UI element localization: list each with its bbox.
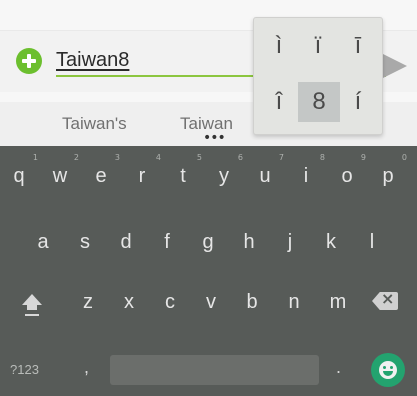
key-h[interactable]: h <box>234 230 264 254</box>
key-label: h <box>243 231 255 253</box>
key-b[interactable]: b <box>237 290 267 314</box>
key-hint: 1 <box>32 153 38 162</box>
key-hint: 7 <box>278 153 284 162</box>
key-g[interactable]: g <box>193 230 223 254</box>
suggestion-item[interactable]: Taiwan's <box>62 114 127 134</box>
symbols-key[interactable]: ?123 <box>10 362 39 377</box>
accent-key-selected[interactable]: 8 <box>298 82 340 122</box>
key-label: r <box>138 165 146 187</box>
space-bar[interactable] <box>110 355 319 385</box>
key-label: x <box>124 291 134 313</box>
send-icon[interactable] <box>381 53 407 79</box>
key-hint: 4 <box>155 153 161 162</box>
key-n[interactable]: n <box>279 290 309 314</box>
emoji-button[interactable] <box>371 353 405 387</box>
key-label: y <box>219 165 229 187</box>
key-label: k <box>326 231 336 253</box>
key-label: t <box>180 165 186 187</box>
key-label: g <box>202 231 214 253</box>
key-r[interactable]: 4r <box>127 153 161 188</box>
key-w[interactable]: 2w <box>45 153 79 188</box>
key-j[interactable]: j <box>275 230 305 254</box>
message-input-value[interactable]: Taiwan8 <box>56 49 129 72</box>
key-y[interactable]: 6y <box>209 153 243 188</box>
key-d[interactable]: d <box>111 230 141 254</box>
key-hint: 3 <box>114 153 120 162</box>
key-label: e <box>95 165 107 187</box>
key-l[interactable]: l <box>357 230 387 254</box>
shift-icon-stem <box>27 304 37 310</box>
accent-key[interactable]: í <box>337 82 379 122</box>
key-label: l <box>369 231 375 253</box>
add-icon[interactable] <box>16 48 42 74</box>
key-o[interactable]: 9o <box>332 153 366 188</box>
key-label: s <box>80 231 90 253</box>
key-x[interactable]: x <box>114 290 144 314</box>
accent-key[interactable]: ī <box>337 26 379 66</box>
key-hint: 2 <box>73 153 79 162</box>
accent-key[interactable]: î <box>258 82 300 122</box>
key-label: f <box>164 231 170 253</box>
key-label: j <box>287 231 293 253</box>
key-label: w <box>52 165 68 187</box>
key-hint: 9 <box>360 153 366 162</box>
key-c[interactable]: c <box>155 290 185 314</box>
key-label: m <box>329 291 347 313</box>
comma-key[interactable]: , <box>84 357 89 378</box>
key-hint: 8 <box>319 153 325 162</box>
key-label: v <box>206 291 216 313</box>
key-hint: 0 <box>401 153 407 162</box>
key-label: b <box>246 291 258 313</box>
shift-icon-underline <box>25 314 39 316</box>
key-a[interactable]: a <box>28 230 58 254</box>
key-hint: 6 <box>237 153 243 162</box>
key-u[interactable]: 7u <box>250 153 284 188</box>
emoji-icon <box>379 361 397 379</box>
key-q[interactable]: 1q <box>4 153 38 188</box>
key-label: o <box>341 165 353 187</box>
key-k[interactable]: k <box>316 230 346 254</box>
key-label: c <box>165 291 175 313</box>
key-hint: 5 <box>196 153 202 162</box>
accent-key[interactable]: ì <box>258 26 300 66</box>
more-suggestions-icon[interactable]: ••• <box>203 131 226 145</box>
key-e[interactable]: 3e <box>86 153 120 188</box>
key-t[interactable]: 5t <box>168 153 202 188</box>
key-v[interactable]: v <box>196 290 226 314</box>
accent-key[interactable]: ï <box>297 26 339 66</box>
key-label: z <box>83 291 93 313</box>
key-label: u <box>259 165 271 187</box>
key-label: p <box>382 165 394 187</box>
key-m[interactable]: m <box>323 290 353 314</box>
key-label: d <box>120 231 132 253</box>
key-s[interactable]: s <box>70 230 100 254</box>
key-label: a <box>37 231 49 253</box>
accent-popup: ì ï ī î 8 í <box>253 17 383 135</box>
period-key[interactable]: . <box>336 357 341 378</box>
key-p[interactable]: 0p <box>373 153 407 188</box>
key-label: i <box>303 165 309 187</box>
key-z[interactable]: z <box>73 290 103 314</box>
key-f[interactable]: f <box>152 230 182 254</box>
key-i[interactable]: 8i <box>291 153 325 188</box>
key-label: n <box>288 291 300 313</box>
key-label: q <box>13 165 25 187</box>
shift-icon[interactable] <box>21 294 43 318</box>
